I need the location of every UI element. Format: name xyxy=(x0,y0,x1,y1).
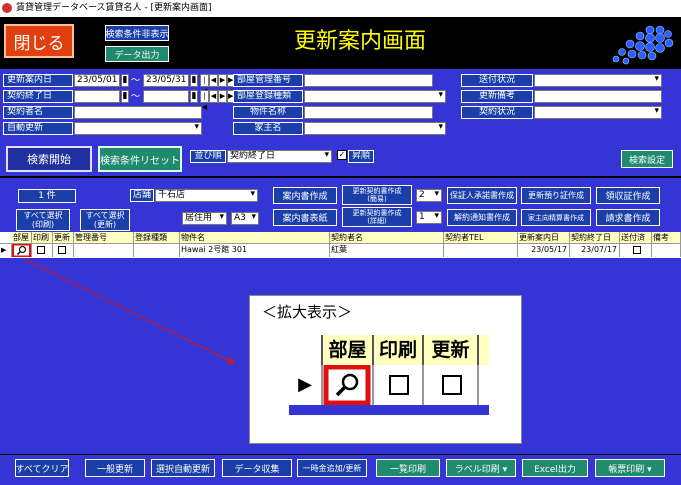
excel-output-button[interactable]: Excel出力 xyxy=(522,459,588,477)
magnifier-icon xyxy=(323,364,371,406)
zoom-header-print: 印刷 xyxy=(374,335,424,365)
clear-all-button[interactable]: すべてクリア xyxy=(15,459,69,477)
zoom-selector-header xyxy=(289,335,323,365)
zoom-header-renew: 更新 xyxy=(424,335,479,365)
zoom-renew-checkbox xyxy=(424,365,479,405)
list-print-button[interactable]: 一覧印刷 xyxy=(376,459,440,477)
auto-update-button[interactable]: 選択自動更新 xyxy=(151,459,215,477)
label-print-button[interactable]: ラベル印刷 ▾ xyxy=(446,459,516,477)
zoom-header-edge xyxy=(479,335,489,365)
zoom-room-cell xyxy=(323,364,374,406)
zoom-row-selector-icon: ▶ xyxy=(289,365,323,405)
zoom-print-checkbox xyxy=(374,365,424,405)
general-update-button[interactable]: 一般更新 xyxy=(85,459,145,477)
temp-add-button[interactable]: 一時金追加/更新 xyxy=(297,459,367,477)
data-collect-button[interactable]: データ収集 xyxy=(222,459,292,477)
form-print-button[interactable]: 帳票印刷 ▾ xyxy=(595,459,665,477)
zoom-title: ＜拡大表示＞ xyxy=(262,303,353,321)
zoom-preview: 部屋 印刷 更新 ▶ xyxy=(289,335,489,415)
zoom-edge-cell xyxy=(479,365,489,405)
zoom-header-room: 部屋 xyxy=(323,335,374,365)
